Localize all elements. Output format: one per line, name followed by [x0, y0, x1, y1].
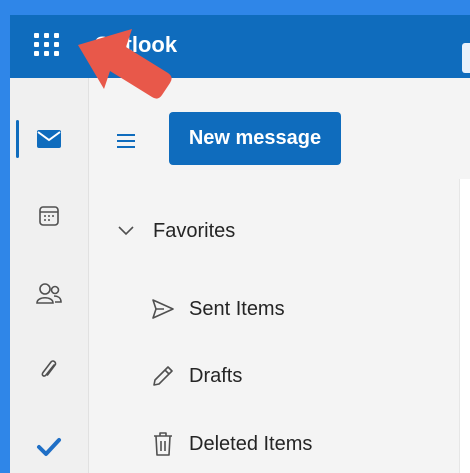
folder-label: Deleted Items	[189, 432, 313, 455]
folder-label: Drafts	[189, 364, 243, 387]
calendar-icon	[39, 206, 59, 226]
todo-check-icon	[37, 438, 61, 456]
rail-people[interactable]	[10, 270, 88, 316]
new-message-button[interactable]: New message	[169, 112, 341, 165]
outlook-window: Outlook New message Favorites Sent Items…	[10, 15, 470, 473]
app-rail	[10, 78, 89, 473]
folder-drafts[interactable]: Drafts	[151, 359, 242, 393]
favorites-header[interactable]: Favorites	[117, 216, 235, 246]
send-icon	[152, 299, 174, 319]
trash-icon	[154, 432, 172, 456]
app-launcher-icon[interactable]	[33, 30, 61, 58]
chevron-down-icon	[118, 226, 134, 236]
search-box-edge[interactable]	[462, 43, 470, 73]
folder-label: Sent Items	[189, 297, 285, 320]
folder-deleted-items[interactable]: Deleted Items	[151, 427, 312, 461]
mail-icon	[37, 130, 61, 148]
hamburger-menu-icon[interactable]	[115, 130, 137, 152]
rail-calendar[interactable]	[10, 193, 88, 239]
folder-sent-items[interactable]: Sent Items	[151, 292, 285, 326]
rail-files[interactable]	[10, 347, 88, 393]
rail-mail[interactable]	[10, 116, 88, 162]
pencil-icon	[153, 366, 173, 386]
pane-divider	[459, 179, 470, 473]
folder-pane: New message Favorites Sent Items Drafts	[89, 78, 470, 473]
attachment-icon	[41, 360, 57, 377]
rail-todo[interactable]	[10, 424, 88, 470]
favorites-label: Favorites	[153, 219, 236, 242]
people-icon	[36, 283, 62, 304]
annotation-arrow-icon	[78, 29, 172, 99]
